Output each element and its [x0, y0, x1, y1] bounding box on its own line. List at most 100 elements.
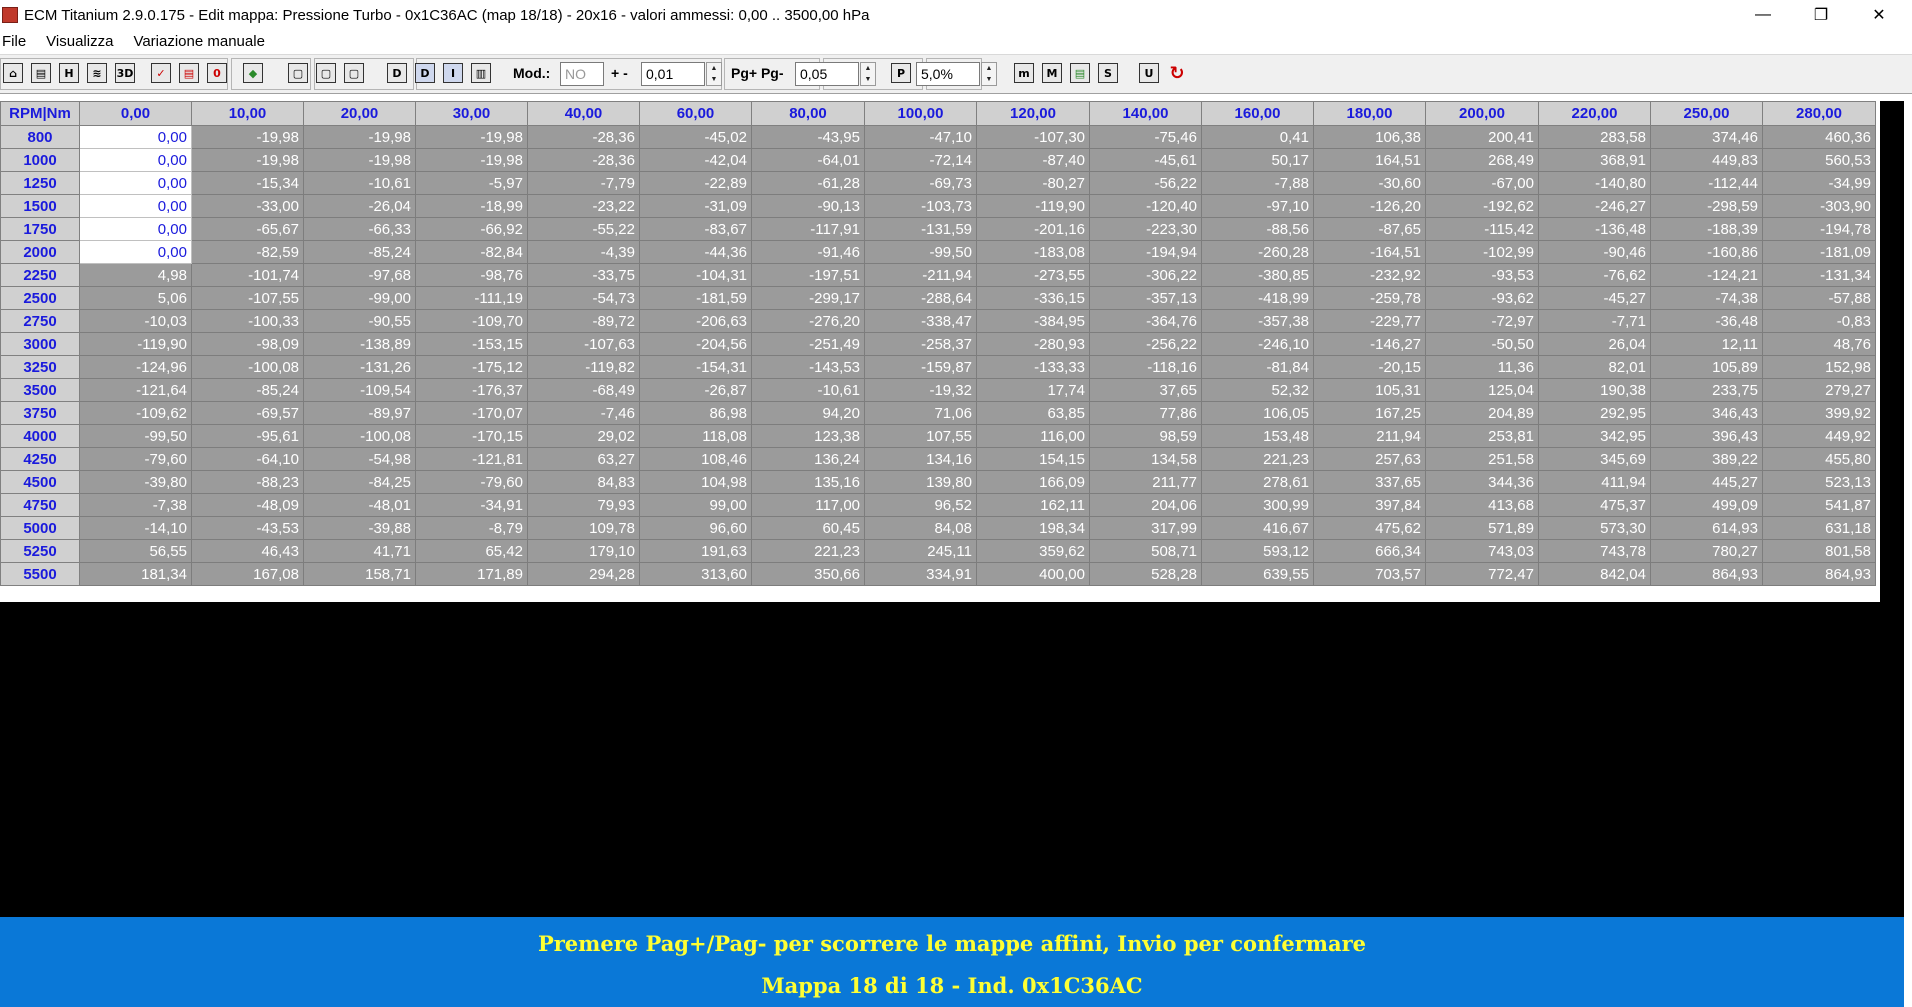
- map-cell[interactable]: 65,42: [415, 539, 528, 563]
- map-cell[interactable]: -251,49: [751, 332, 865, 356]
- map-cell[interactable]: 135,16: [751, 470, 865, 494]
- map-cell[interactable]: 346,43: [1650, 401, 1763, 425]
- map-cell[interactable]: 283,58: [1538, 125, 1651, 149]
- map-cell[interactable]: 134,16: [864, 447, 977, 471]
- map-cell[interactable]: 368,91: [1538, 148, 1651, 172]
- map-cell[interactable]: -159,87: [864, 355, 977, 379]
- map-cell[interactable]: 743,78: [1538, 539, 1651, 563]
- open-folder-icon[interactable]: ▢: [288, 63, 308, 83]
- map-cell[interactable]: 179,10: [527, 539, 640, 563]
- map-cell[interactable]: -99,50: [864, 240, 977, 264]
- map-cell[interactable]: -87,40: [976, 148, 1090, 172]
- map-cell[interactable]: 268,49: [1425, 148, 1539, 172]
- home-icon[interactable]: ⌂: [3, 63, 23, 83]
- decimal-view-icon[interactable]: D: [387, 63, 407, 83]
- map-cell[interactable]: -54,98: [303, 447, 416, 471]
- map-cell[interactable]: 0,00: [79, 125, 192, 149]
- map-cell[interactable]: -69,57: [191, 401, 304, 425]
- graph-2d-icon[interactable]: ≋: [87, 63, 107, 83]
- map-cell[interactable]: -154,31: [639, 355, 752, 379]
- map-cell[interactable]: 105,89: [1650, 355, 1763, 379]
- map-cell[interactable]: 56,55: [79, 539, 192, 563]
- map-cell[interactable]: -90,46: [1538, 240, 1651, 264]
- map-cell[interactable]: 614,93: [1650, 516, 1763, 540]
- map-cell[interactable]: 108,46: [639, 447, 752, 471]
- map-cell[interactable]: -7,79: [527, 171, 640, 195]
- map-cell[interactable]: 106,05: [1201, 401, 1314, 425]
- columns-icon[interactable]: ▥: [471, 63, 491, 83]
- map-cell[interactable]: -19,98: [191, 125, 304, 149]
- map-cell[interactable]: -64,01: [751, 148, 865, 172]
- map-cell[interactable]: -276,20: [751, 309, 865, 333]
- map-cell[interactable]: -45,61: [1089, 148, 1202, 172]
- map-cell[interactable]: 96,52: [864, 493, 977, 517]
- map-cell[interactable]: 411,94: [1538, 470, 1651, 494]
- map-cell[interactable]: -7,38: [79, 493, 192, 517]
- map-cell[interactable]: -164,51: [1313, 240, 1426, 264]
- map-cell[interactable]: 560,53: [1762, 148, 1876, 172]
- map-cell[interactable]: -194,78: [1762, 217, 1876, 241]
- checksum-icon[interactable]: ▤: [179, 63, 199, 83]
- map-cell[interactable]: 191,63: [639, 539, 752, 563]
- map-cell[interactable]: -133,33: [976, 355, 1090, 379]
- map-cell[interactable]: -67,00: [1425, 171, 1539, 195]
- map-cell[interactable]: 105,31: [1313, 378, 1426, 402]
- map-cell[interactable]: 82,01: [1538, 355, 1651, 379]
- map-cell[interactable]: -306,22: [1089, 263, 1202, 287]
- map-cell[interactable]: 204,06: [1089, 493, 1202, 517]
- close-button[interactable]: ✕: [1850, 0, 1908, 30]
- map-cell[interactable]: -98,09: [191, 332, 304, 356]
- map-cell[interactable]: -176,37: [415, 378, 528, 402]
- map-cell[interactable]: -4,39: [527, 240, 640, 264]
- map-cell[interactable]: -95,61: [191, 424, 304, 448]
- map-cell[interactable]: -19,98: [415, 148, 528, 172]
- map-cell[interactable]: 134,58: [1089, 447, 1202, 471]
- map-cell[interactable]: 60,45: [751, 516, 865, 540]
- map-cell[interactable]: 12,11: [1650, 332, 1763, 356]
- map-cell[interactable]: -83,67: [639, 217, 752, 241]
- map-cell[interactable]: -380,85: [1201, 263, 1314, 287]
- map-cell[interactable]: -103,73: [864, 194, 977, 218]
- map-cell[interactable]: 0,41: [1201, 125, 1314, 149]
- menu-file[interactable]: File: [0, 33, 36, 50]
- map-cell[interactable]: 0,00: [79, 240, 192, 264]
- map-cell[interactable]: -109,62: [79, 401, 192, 425]
- map-cell[interactable]: 257,63: [1313, 447, 1426, 471]
- map-cell[interactable]: 508,71: [1089, 539, 1202, 563]
- map-cell[interactable]: 17,74: [976, 378, 1090, 402]
- map-cell[interactable]: 198,34: [976, 516, 1090, 540]
- map-cell[interactable]: -229,77: [1313, 309, 1426, 333]
- map-cell[interactable]: -126,20: [1313, 194, 1426, 218]
- undo-icon[interactable]: U: [1139, 63, 1159, 83]
- map-cell[interactable]: 337,65: [1313, 470, 1426, 494]
- map-cell[interactable]: -100,08: [303, 424, 416, 448]
- map-cell[interactable]: -104,31: [639, 263, 752, 287]
- map-cell[interactable]: -338,47: [864, 309, 977, 333]
- map-cell[interactable]: -246,10: [1201, 332, 1314, 356]
- map-cell[interactable]: -232,92: [1313, 263, 1426, 287]
- map-cell[interactable]: -97,68: [303, 263, 416, 287]
- map-cell[interactable]: -19,98: [303, 148, 416, 172]
- map-cell[interactable]: 37,65: [1089, 378, 1202, 402]
- map-cell[interactable]: -357,13: [1089, 286, 1202, 310]
- zero-icon[interactable]: 0: [207, 63, 227, 83]
- map-cell[interactable]: -119,90: [79, 332, 192, 356]
- map-cell[interactable]: -75,46: [1089, 125, 1202, 149]
- map-cell[interactable]: -31,09: [639, 194, 752, 218]
- map-cell[interactable]: -90,55: [303, 309, 416, 333]
- map-cell[interactable]: -34,99: [1762, 171, 1876, 195]
- map-cell[interactable]: 4,98: [79, 263, 192, 287]
- map-cell[interactable]: -91,46: [751, 240, 865, 264]
- map-cell[interactable]: -72,97: [1425, 309, 1539, 333]
- map-cell[interactable]: 63,85: [976, 401, 1090, 425]
- map-cell[interactable]: -138,89: [303, 332, 416, 356]
- map-cell[interactable]: -256,22: [1089, 332, 1202, 356]
- map-cell[interactable]: -112,44: [1650, 171, 1763, 195]
- hex-view-icon[interactable]: H: [59, 63, 79, 83]
- map-cell[interactable]: 136,24: [751, 447, 865, 471]
- map-cell[interactable]: -74,38: [1650, 286, 1763, 310]
- map-cell[interactable]: 396,43: [1650, 424, 1763, 448]
- map-cell[interactable]: -124,96: [79, 355, 192, 379]
- map-cell[interactable]: 842,04: [1538, 562, 1651, 586]
- map-cell[interactable]: 571,89: [1425, 516, 1539, 540]
